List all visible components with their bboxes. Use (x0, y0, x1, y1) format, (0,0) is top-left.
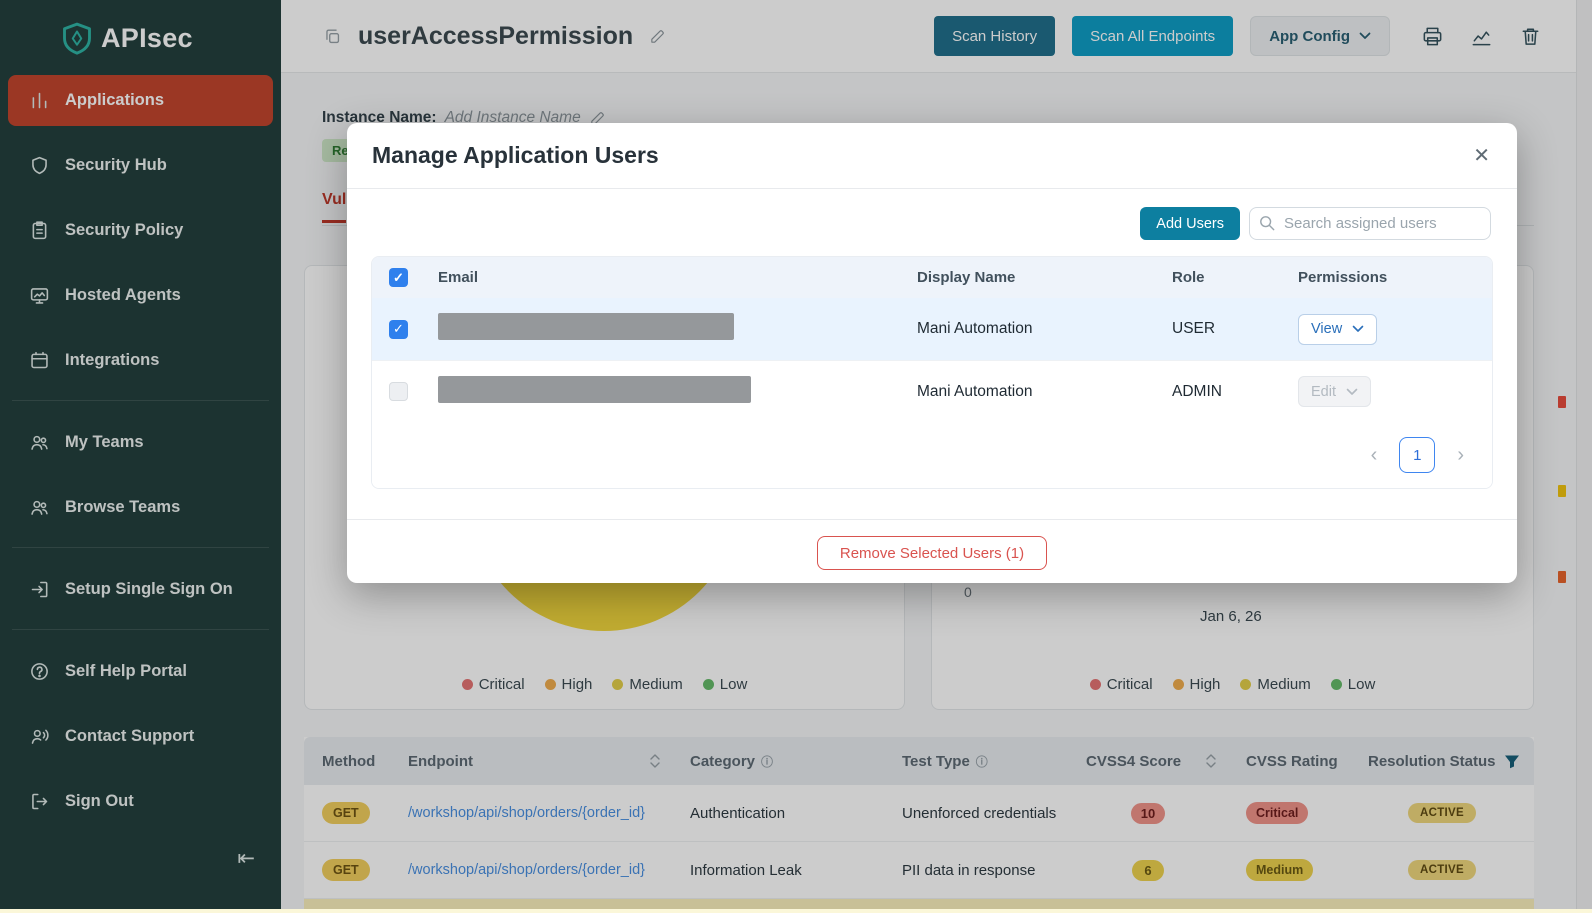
modal-title: Manage Application Users (372, 142, 659, 169)
close-icon[interactable]: ✕ (1473, 143, 1490, 168)
manage-users-modal: Manage Application Users ✕ Add Users ✓ E… (347, 123, 1517, 583)
display-name-value: Mani Automation (917, 383, 1172, 401)
modal-footer: Remove Selected Users (1) (347, 520, 1517, 570)
col-role: Role (1172, 269, 1298, 286)
col-email: Email (438, 269, 917, 286)
prev-page-icon[interactable]: ‹ (1371, 444, 1378, 467)
row-checkbox[interactable] (389, 382, 408, 401)
user-row: ✓ Mani Automation USER View (372, 298, 1492, 360)
check-icon: ✓ (393, 270, 404, 286)
redacted-email (438, 376, 751, 403)
select-all-checkbox[interactable]: ✓ (389, 268, 408, 287)
next-page-icon[interactable]: › (1457, 444, 1464, 467)
search-input[interactable] (1249, 207, 1491, 240)
current-page-button[interactable]: 1 (1399, 437, 1435, 473)
row-checkbox[interactable]: ✓ (389, 320, 408, 339)
role-value: USER (1172, 320, 1298, 338)
pagination: ‹ 1 › (372, 422, 1492, 488)
users-table-header: ✓ Email Display Name Role Permissions (372, 257, 1492, 298)
add-users-button[interactable]: Add Users (1140, 207, 1240, 240)
col-permissions: Permissions (1298, 269, 1492, 286)
check-icon: ✓ (393, 321, 404, 337)
bottom-edge-strip (0, 909, 1592, 913)
chevron-down-icon (1352, 325, 1364, 333)
redacted-email (438, 313, 734, 340)
col-display-name: Display Name (917, 269, 1172, 286)
role-value: ADMIN (1172, 383, 1298, 401)
modal-toolbar: Add Users (373, 207, 1491, 240)
app-root: APIsec Applications Security Hub Securit… (0, 0, 1592, 913)
remove-selected-users-button[interactable]: Remove Selected Users (1) (817, 536, 1047, 570)
display-name-value: Mani Automation (917, 320, 1172, 338)
search-icon (1259, 215, 1275, 231)
permission-select-disabled[interactable]: Edit (1298, 376, 1371, 407)
users-table: ✓ Email Display Name Role Permissions ✓ … (371, 256, 1493, 489)
chevron-down-icon (1346, 388, 1358, 396)
user-row: Mani Automation ADMIN Edit (372, 360, 1492, 422)
assigned-users-search (1249, 207, 1491, 240)
modal-header: Manage Application Users ✕ (347, 123, 1517, 189)
permission-select[interactable]: View (1298, 314, 1377, 345)
